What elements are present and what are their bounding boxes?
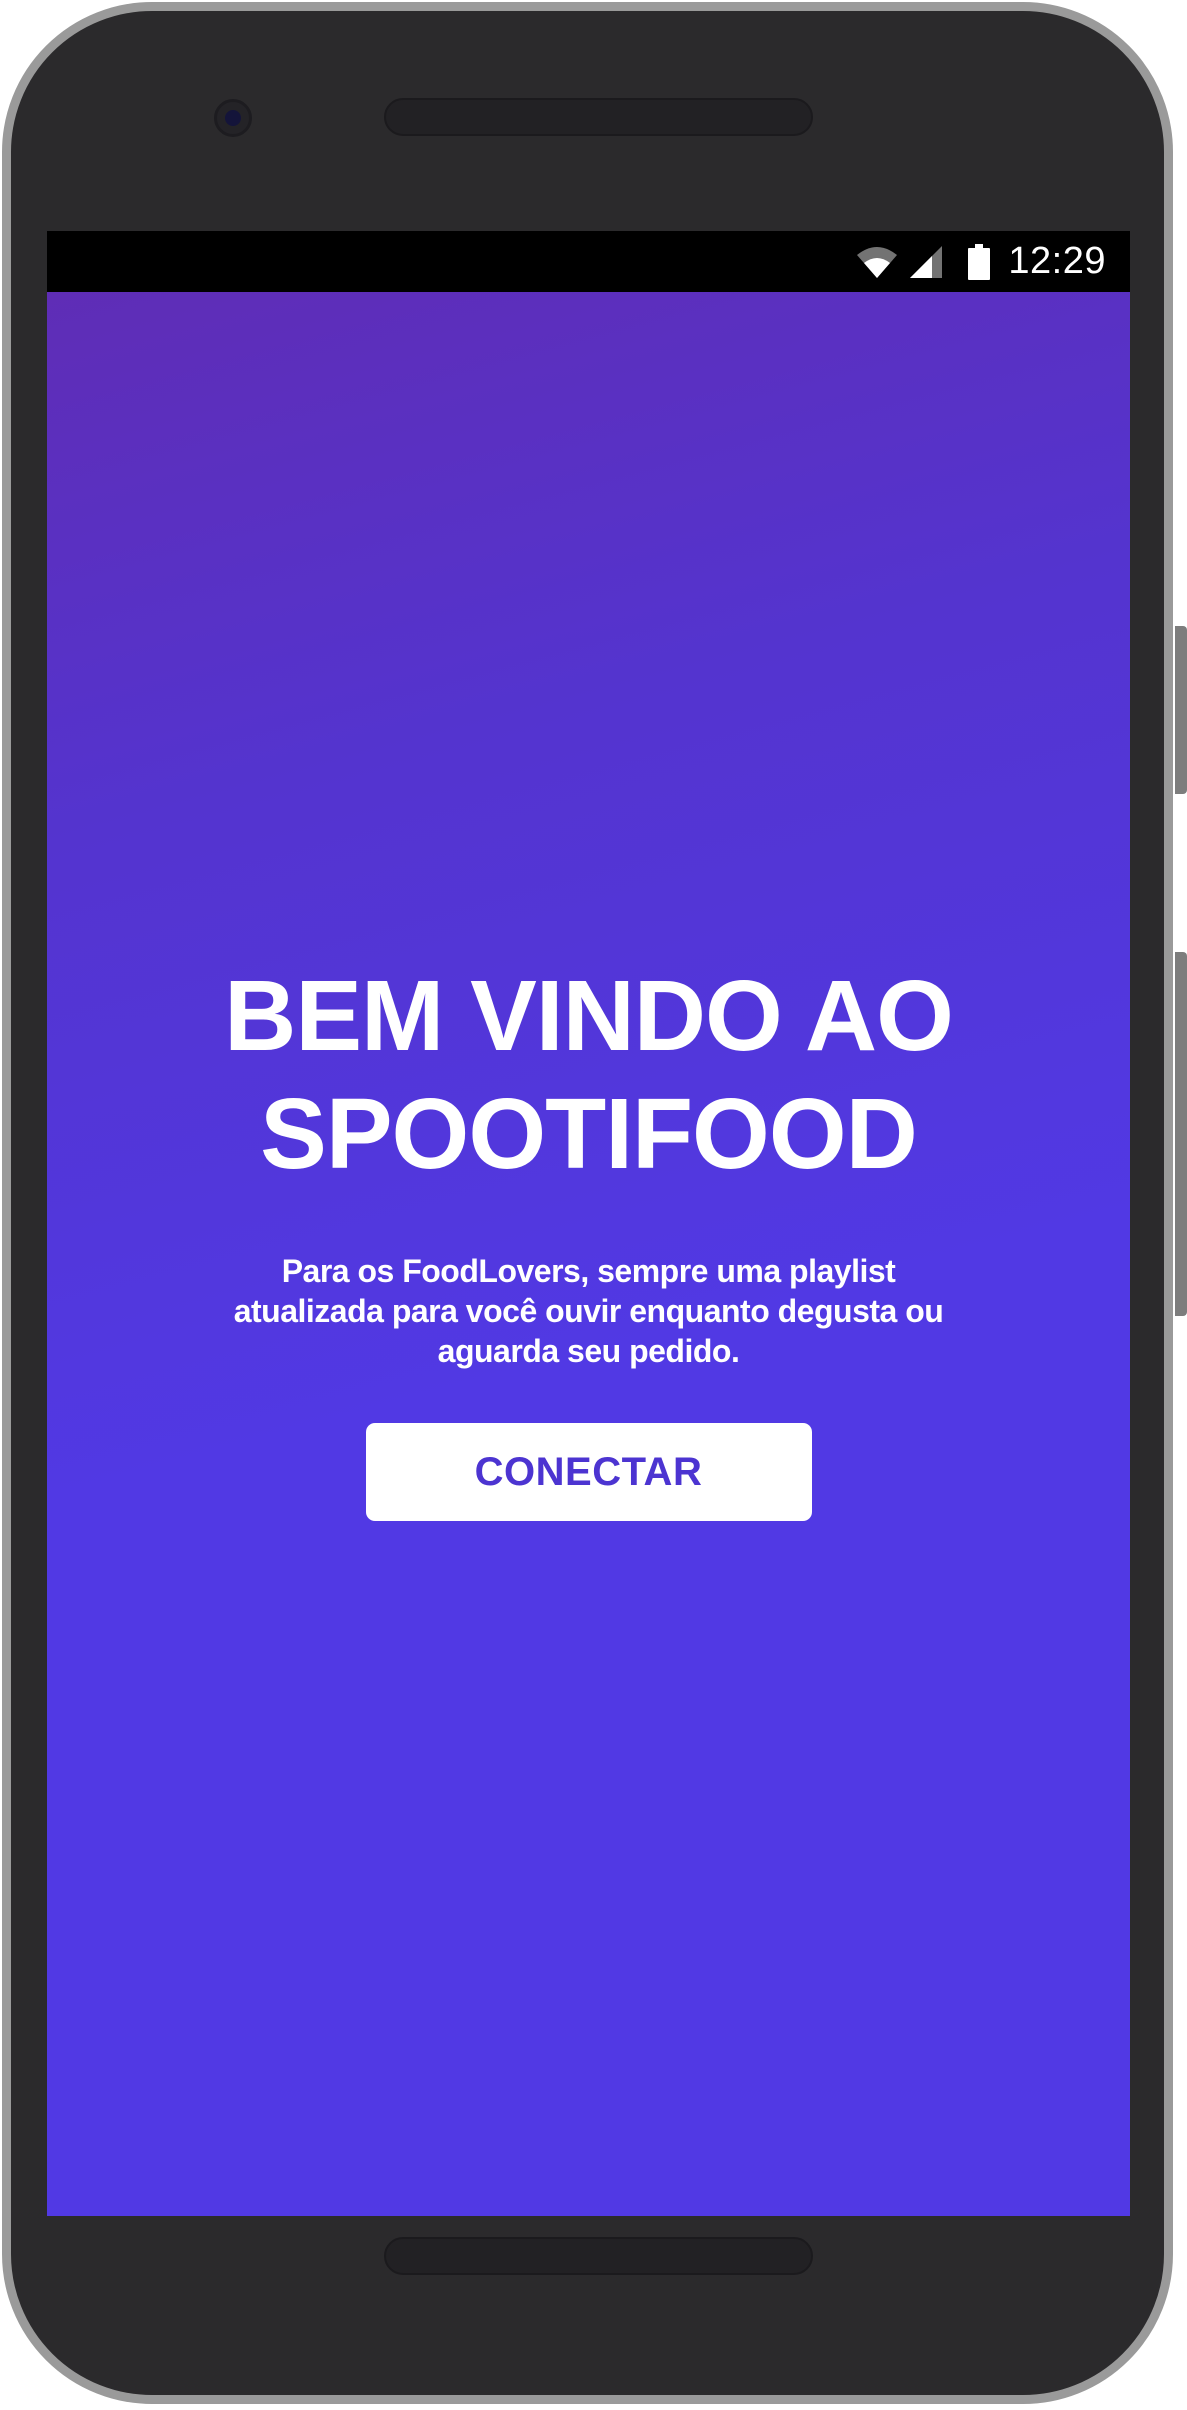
status-time: 12:29 xyxy=(1008,240,1106,282)
welcome-title: BEM VINDO AO SPOOTIFOOD xyxy=(224,960,954,1190)
status-bar: 12:29 xyxy=(47,231,1130,292)
front-camera xyxy=(214,99,252,137)
device-screen: 12:29 BEM VINDO AO SPOOTIFOOD Para os Fo… xyxy=(47,231,1130,2216)
welcome-hero: BEM VINDO AO SPOOTIFOOD Para os FoodLove… xyxy=(47,957,1130,1521)
status-icons: 12:29 xyxy=(856,231,1106,292)
wifi-icon xyxy=(856,245,898,279)
power-button xyxy=(1175,952,1187,1316)
bottom-speaker xyxy=(384,2237,813,2275)
welcome-subtitle: Para os FoodLovers, sempre uma playlist … xyxy=(233,1253,944,1369)
volume-button xyxy=(1175,626,1187,794)
cell-signal-icon xyxy=(908,244,944,280)
earpiece-speaker xyxy=(384,98,813,136)
connect-button[interactable]: CONECTAR xyxy=(365,1423,812,1521)
welcome-screen: BEM VINDO AO SPOOTIFOOD Para os FoodLove… xyxy=(47,292,1130,2216)
battery-icon xyxy=(968,243,991,280)
